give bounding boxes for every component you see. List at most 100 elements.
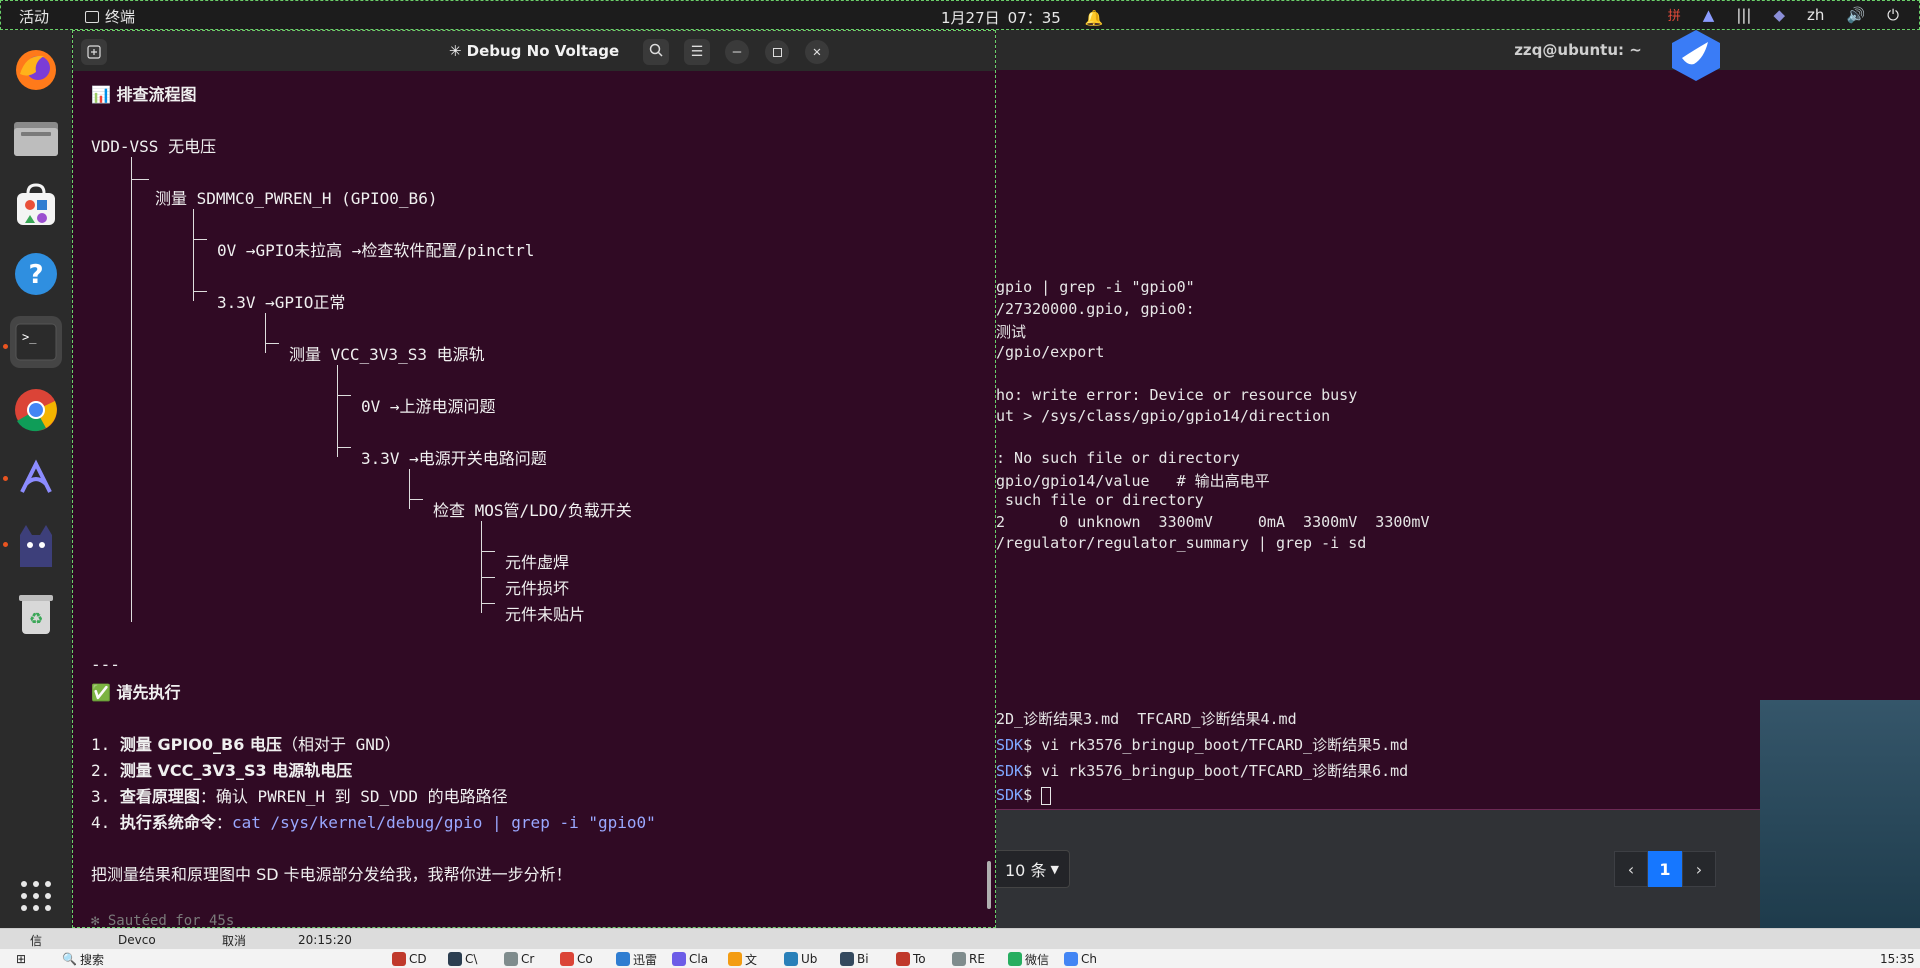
- new-tab-button[interactable]: [81, 39, 107, 65]
- taskbar-clock[interactable]: 15:35: [1880, 951, 1915, 967]
- flowchart-heading: 📊 排查流程图: [91, 85, 197, 104]
- terminal-icon[interactable]: >_: [10, 316, 62, 368]
- step-title: 测量 GPIO0_B6 电压: [119, 735, 282, 754]
- taskbar-app-icon: [1064, 952, 1078, 966]
- notification-bell-icon: 🔔: [1084, 8, 1104, 27]
- taskbar-app-label: Bi: [857, 952, 869, 966]
- maximize-button[interactable]: [765, 40, 789, 64]
- taskbar-search[interactable]: 🔍 搜索: [62, 951, 104, 967]
- step-number: 4.: [91, 813, 111, 832]
- tree-line: [409, 469, 410, 509]
- tree-branch: [481, 603, 495, 604]
- power-icon[interactable]: ⏻: [1887, 6, 1899, 24]
- taskbar-app[interactable]: Bi: [840, 951, 869, 967]
- taskbar-tab[interactable]: Devco: [118, 932, 156, 948]
- ai-app-icon[interactable]: [10, 452, 62, 504]
- cat-app-icon[interactable]: [10, 520, 62, 572]
- taskbar-app-icon: [392, 952, 406, 966]
- page-size-select[interactable]: 10 条 ▼: [994, 850, 1070, 888]
- app-center-icon[interactable]: [10, 180, 62, 232]
- step-3: 3. 查看原理图：确认 PWREN_H 到 SD_VDD 的电路路径: [91, 783, 508, 807]
- tree-line: [193, 209, 194, 301]
- system-tray: 拼 ▲ ||| ◆ zh 🔊 ⏻: [1668, 5, 1899, 25]
- tree-branch: [481, 551, 495, 552]
- windows-start-icon[interactable]: ⊞: [16, 951, 26, 967]
- taskbar-app[interactable]: C\: [448, 951, 477, 967]
- trash-icon[interactable]: ♻: [10, 588, 62, 640]
- step-title: 查看原理图: [119, 787, 200, 806]
- taskbar-app-label: 文: [745, 952, 758, 967]
- gnome-top-bar: 活动 终端 1月27日 07：35 🔔 拼 ▲ ||| ◆ zh 🔊 ⏻: [0, 0, 1920, 30]
- step-title: 测量 VCC_3V3_S3 电源轨电压: [119, 761, 353, 780]
- claude-terminal-window[interactable]: ✳ Debug No Voltage ☰ – ✕ 📊 排查流程图 VDD-VSS…: [72, 30, 996, 928]
- show-apps-grid-icon[interactable]: [10, 870, 62, 922]
- taskbar-app-icon: [952, 952, 966, 966]
- terminal-line: ut > /sys/class/gpio/gpio14/direction: [996, 407, 1331, 425]
- taskbar-app-icon: [672, 952, 686, 966]
- scrollbar-thumb[interactable]: [987, 861, 991, 909]
- taskbar-app[interactable]: 迅雷: [616, 951, 657, 967]
- minimize-button[interactable]: –: [725, 40, 749, 64]
- taskbar-tab[interactable]: 信: [30, 932, 42, 948]
- taskbar-app[interactable]: CD: [392, 951, 427, 967]
- tree-node-3v3-switch: 3.3V →电源开关电路问题: [361, 449, 547, 468]
- taskbar-app[interactable]: To: [896, 951, 926, 967]
- files-icon[interactable]: [10, 112, 62, 164]
- taskbar-app[interactable]: Co: [560, 951, 593, 967]
- menu-button[interactable]: ☰: [684, 39, 710, 65]
- app-menu[interactable]: 终端: [85, 6, 135, 27]
- taskbar-app[interactable]: 文: [728, 951, 757, 967]
- tree-line: [481, 521, 482, 613]
- firefox-icon[interactable]: [10, 44, 62, 96]
- step-4: 4. 执行系统命令：cat /sys/kernel/debug/gpio | g…: [91, 809, 656, 833]
- svg-text:♻: ♻: [29, 609, 43, 628]
- next-page-button[interactable]: ›: [1682, 851, 1716, 887]
- help-icon[interactable]: ?: [10, 248, 62, 300]
- terminal-lower-pane[interactable]: 2D_诊断结果3.md TFCARD_诊断结果4.md SDK$ vi rk35…: [996, 702, 1876, 810]
- taskbar-app[interactable]: Ch: [1064, 951, 1097, 967]
- terminal-line: such file or directory: [996, 491, 1204, 509]
- taskbar-app[interactable]: Cla: [672, 951, 708, 967]
- taskbar-tab[interactable]: 20:15:20: [298, 932, 352, 948]
- tree-branch: [193, 291, 207, 292]
- taskbar-app-label: RE: [969, 952, 985, 966]
- search-button[interactable]: [643, 39, 669, 65]
- terminal-line: SDK$ vi rk3576_bringup_boot/TFCARD_诊断结果5…: [996, 734, 1408, 755]
- tree-node-0v-upstream: 0V →上游电源问题: [361, 397, 496, 416]
- taskbar-tab[interactable]: 取消: [222, 932, 246, 948]
- cat-indicator-icon[interactable]: ◆: [1774, 6, 1786, 24]
- chrome-icon[interactable]: [10, 384, 62, 436]
- bars-indicator-icon[interactable]: |||: [1736, 6, 1751, 24]
- taskbar-app-icon: [616, 952, 630, 966]
- page-1-button[interactable]: 1: [1648, 851, 1682, 887]
- tree-node-3v3-gpio: 3.3V →GPIO正常: [217, 293, 346, 312]
- taskbar-app[interactable]: Ub: [784, 951, 817, 967]
- taskbar-app-label: Co: [577, 952, 593, 966]
- volume-icon[interactable]: 🔊: [1846, 6, 1865, 24]
- feishu-bird-icon[interactable]: [1670, 28, 1722, 82]
- activities-button[interactable]: 活动: [19, 6, 49, 27]
- search-icon: [649, 43, 663, 61]
- taskbar-app[interactable]: RE: [952, 951, 985, 967]
- clock[interactable]: 1月27日 07：35 🔔: [941, 7, 1104, 28]
- execute-heading: ✅ 请先执行: [91, 683, 181, 702]
- prompt-fragment: SDK: [996, 786, 1024, 804]
- background-terminal-window[interactable]: zzq@ubuntu: ~ gpio | grep -i "gpio0" /273…: [996, 30, 1920, 702]
- terminal-line: : No such file or directory: [996, 449, 1240, 467]
- prev-page-button[interactable]: ‹: [1614, 851, 1648, 887]
- tree-branch: [193, 239, 207, 240]
- close-button[interactable]: ✕: [805, 40, 829, 64]
- page-size-value: 10 条: [1005, 861, 1047, 880]
- taskbar-app-icon: [784, 952, 798, 966]
- svg-text:>_: >_: [22, 330, 37, 344]
- input-method-icon[interactable]: 拼: [1668, 5, 1681, 24]
- taskbar-app[interactable]: Cr: [504, 951, 534, 967]
- taskbar-app-icon: [1008, 952, 1022, 966]
- tree-branch: [481, 577, 495, 578]
- app-indicator-icon[interactable]: ▲: [1703, 6, 1715, 24]
- tree-line: [337, 365, 338, 457]
- taskbar-app[interactable]: 微信: [1008, 951, 1049, 967]
- closing-message: 把测量结果和原理图中 SD 卡电源部分发给我，我帮你进一步分析！: [91, 865, 572, 884]
- language-indicator[interactable]: zh: [1807, 6, 1824, 24]
- app-menu-label: 终端: [105, 8, 136, 26]
